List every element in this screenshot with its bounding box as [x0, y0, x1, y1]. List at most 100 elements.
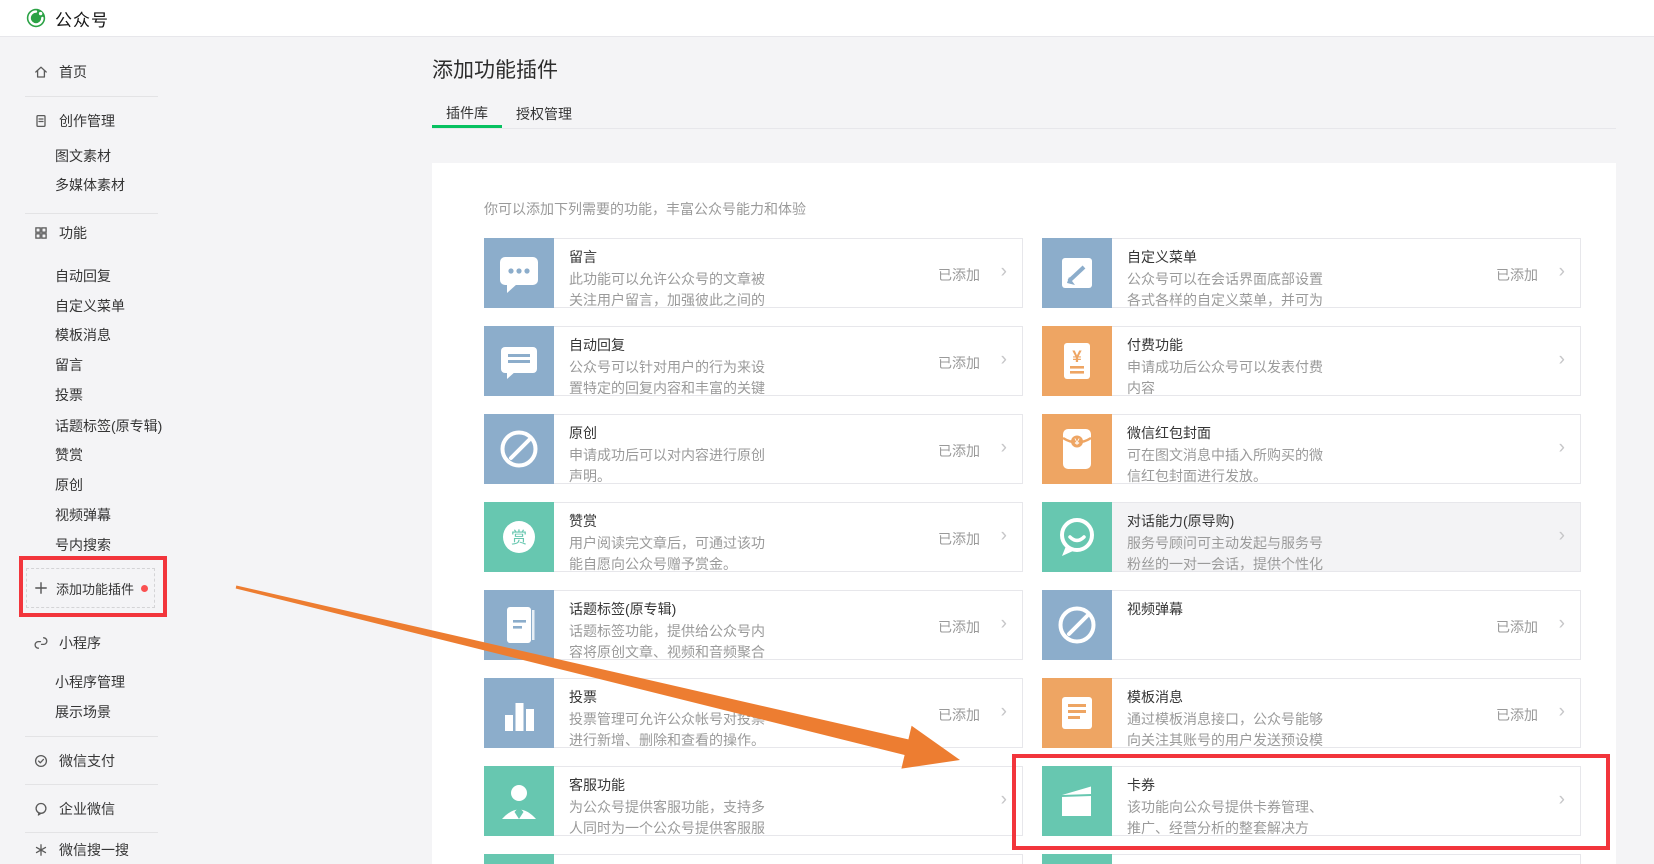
plugin-card-description: 话题标签功能，提供给公众号内 容将原创文章、视频和音频聚合 [569, 621, 765, 663]
plugin-card-custom-menu[interactable]: 自定义菜单公众号可以在会话界面底部设置 各式各样的自定义菜单，并可为已添加› [1042, 238, 1581, 308]
sidebar-item-label: 自动回复 [55, 266, 111, 286]
plugin-card-description: 用户阅读完文章后，可通过该功 能自愿向公众号赠予赏金。 [569, 533, 765, 575]
chat-smile-icon [1042, 502, 1112, 572]
plugin-card-title: 微信红包封面 [1127, 423, 1211, 443]
added-badge: 已添加 [938, 265, 980, 285]
sidebar-divider [25, 832, 158, 833]
logo-text: 公众号 [55, 6, 109, 31]
sidebar-item-article-assets[interactable]: 图文素材 [55, 148, 111, 164]
sidebar-item-label: 多媒体素材 [55, 175, 125, 195]
plugin-card-description: 申请成功后公众号可以发表付费 内容 [1127, 357, 1323, 399]
plugin-card-title: 投票 [569, 687, 597, 707]
plugin-card-title: 原创 [569, 423, 597, 443]
chevron-right-icon: › [1559, 437, 1565, 459]
plus-icon [33, 580, 49, 596]
sidebar-item-label: 视频弹幕 [55, 505, 111, 525]
sidebar-item-vote[interactable]: 投票 [55, 387, 83, 403]
sidebar-item-mp-manage[interactable]: 小程序管理 [55, 674, 125, 690]
added-badge: 已添加 [938, 617, 980, 637]
sidebar-item-wechat-search[interactable]: 微信搜一搜 [33, 842, 129, 858]
service-person-icon [484, 766, 554, 836]
plugin-card-reward[interactable]: 赞赏用户阅读完文章后，可通过该功 能自愿向公众号赠予赏金。已添加› [484, 502, 1023, 572]
plugin-card-chat-capability[interactable]: 对话能力(原导购)服务号顾问可主动发起与服务号 粉丝的一对一会话，提供个性化› [1042, 502, 1581, 572]
sidebar-item-label: 展示场景 [55, 702, 111, 722]
sidebar-add-plugin-button[interactable]: 添加功能插件 [26, 568, 155, 608]
sidebar-item-features[interactable]: 功能 [33, 225, 87, 241]
plugin-card-topic-tag[interactable]: 话题标签(原专辑)话题标签功能，提供给公众号内 容将原创文章、视频和音频聚合 已添… [484, 590, 1023, 660]
circle-pencil-icon [484, 414, 554, 484]
added-badge: 已添加 [938, 705, 980, 725]
sidebar-item-work-wechat[interactable]: 企业微信 [33, 801, 115, 817]
sidebar-item-creation[interactable]: 创作管理 [33, 113, 115, 129]
sidebar-item-label: 小程序 [59, 633, 101, 653]
plugin-card-comment[interactable]: 留言此功能可以允许公众号的文章被 关注用户留言，加强彼此之间的已添加› [484, 238, 1023, 308]
plugin-card-description: 此功能可以允许公众号的文章被 关注用户留言，加强彼此之间的 [569, 269, 765, 311]
plugin-card-description: 可在图文消息中插入所购买的微 信红包封面进行发放。 [1127, 445, 1323, 487]
sidebar-item-in-account-search[interactable]: 号内搜索 [55, 537, 111, 553]
plugin-card-customer-service[interactable]: 客服功能为公众号提供客服功能，支持多 人同时为一个公众号提供客服服› [484, 766, 1023, 836]
sidebar-item-label: 投票 [55, 385, 83, 405]
sidebar-item-label: 微信搜一搜 [59, 840, 129, 860]
sidebar-divider [25, 736, 158, 737]
sidebar-divider [25, 96, 158, 97]
add-plugin-label: 添加功能插件 [56, 579, 134, 598]
sidebar-item-media-assets[interactable]: 多媒体素材 [55, 177, 125, 193]
chevron-right-icon: › [1001, 525, 1007, 547]
added-badge: 已添加 [1496, 617, 1538, 637]
sidebar-item-label: 自定义菜单 [55, 296, 125, 316]
sidebar-item-label: 话题标签(原专辑) [55, 416, 162, 436]
plugin-card-title: 赞赏 [569, 511, 597, 531]
plugin-card-title: 话题标签(原专辑) [569, 599, 676, 619]
added-badge: 已添加 [938, 353, 980, 373]
plugin-card-red-packet-cover[interactable]: 微信红包封面可在图文消息中插入所购买的微 信红包封面进行发放。 › [1042, 414, 1581, 484]
sidebar-item-wechat-pay[interactable]: 微信支付 [33, 753, 115, 769]
chevron-right-icon: › [1001, 261, 1007, 283]
tab-authorization[interactable]: 授权管理 [502, 100, 586, 128]
comment-bubble-icon [484, 238, 554, 308]
blank-icon [1042, 854, 1112, 864]
topic-journal-icon [484, 590, 554, 660]
sidebar-item-video-danmaku[interactable]: 视频弹幕 [55, 507, 111, 523]
intro-text: 你可以添加下列需要的功能，丰富公众号能力和体验 [484, 199, 806, 219]
plugin-card-auto-reply[interactable]: 自动回复公众号可以针对用户的行为来设 置特定的回复内容和丰富的关键已添加› [484, 326, 1023, 396]
plugin-card-description: 公众号可以在会话界面底部设置 各式各样的自定义菜单，并可为 [1127, 269, 1323, 311]
plugin-card-description: 服务号顾问可主动发起与服务号 粉丝的一对一会话，提供个性化 [1127, 533, 1323, 575]
chevron-right-icon: › [1001, 789, 1007, 811]
sidebar-item-template-msg[interactable]: 模板消息 [55, 327, 111, 343]
search-sparkle-icon [33, 842, 49, 858]
sidebar-item-mp-scene[interactable]: 展示场景 [55, 704, 111, 720]
sidebar-item-label: 功能 [59, 223, 87, 243]
template-doc-icon [1042, 678, 1112, 748]
plugin-card-original[interactable]: 原创申请成功后可以对内容进行原创 声明。已添加› [484, 414, 1023, 484]
chevron-right-icon: › [1559, 349, 1565, 371]
sidebar-item-label: 赞赏 [55, 445, 83, 465]
sidebar-item-custom-menu[interactable]: 自定义菜单 [55, 298, 125, 314]
added-badge: 已添加 [938, 441, 980, 461]
plugin-card-description: 该功能向公众号提供卡券管理、 推广、经营分析的整套解决方 [1127, 797, 1323, 839]
plugin-card-partial-right[interactable] [1042, 854, 1581, 864]
plugin-card-template-message[interactable]: 模板消息通过模板消息接口，公众号能够 向关注其账号的用户发送预设模已添加› [1042, 678, 1581, 748]
tab-plugin-library[interactable]: 插件库 [432, 100, 502, 128]
plugin-card-partial-left[interactable] [484, 854, 1023, 864]
plugin-card-video-danmaku[interactable]: 视频弹幕已添加› [1042, 590, 1581, 660]
plugin-card-card-coupon[interactable]: 卡券该功能向公众号提供卡券管理、 推广、经营分析的整套解决方› [1042, 766, 1581, 836]
red-packet-icon [1042, 414, 1112, 484]
sidebar-item-comment[interactable]: 留言 [55, 357, 83, 373]
sidebar-item-home[interactable]: 首页 [33, 64, 87, 80]
sidebar-item-label: 留言 [55, 355, 83, 375]
sidebar-item-label: 号内搜索 [55, 535, 111, 555]
compose-icon [1042, 238, 1112, 308]
plugin-card-description: 投票管理可允许公众帐号对投票 进行新增、删除和查看的操作。 [569, 709, 765, 751]
reward-circle-icon [484, 502, 554, 572]
sidebar-divider [25, 784, 158, 785]
added-badge: 已添加 [1496, 705, 1538, 725]
plugin-card-vote[interactable]: 投票投票管理可允许公众帐号对投票 进行新增、删除和查看的操作。已添加› [484, 678, 1023, 748]
sidebar-item-original[interactable]: 原创 [55, 477, 83, 493]
plugin-card-paid-content[interactable]: 付费功能申请成功后公众号可以发表付费 内容› [1042, 326, 1581, 396]
sidebar-item-miniprogram[interactable]: 小程序 [33, 635, 101, 651]
plugin-card-title: 视频弹幕 [1127, 599, 1183, 619]
sidebar-item-topic-tag[interactable]: 话题标签(原专辑) [55, 418, 162, 434]
sidebar-item-auto-reply[interactable]: 自动回复 [55, 268, 111, 284]
sidebar-item-label: 首页 [59, 62, 87, 82]
sidebar-item-reward[interactable]: 赞赏 [55, 447, 83, 463]
